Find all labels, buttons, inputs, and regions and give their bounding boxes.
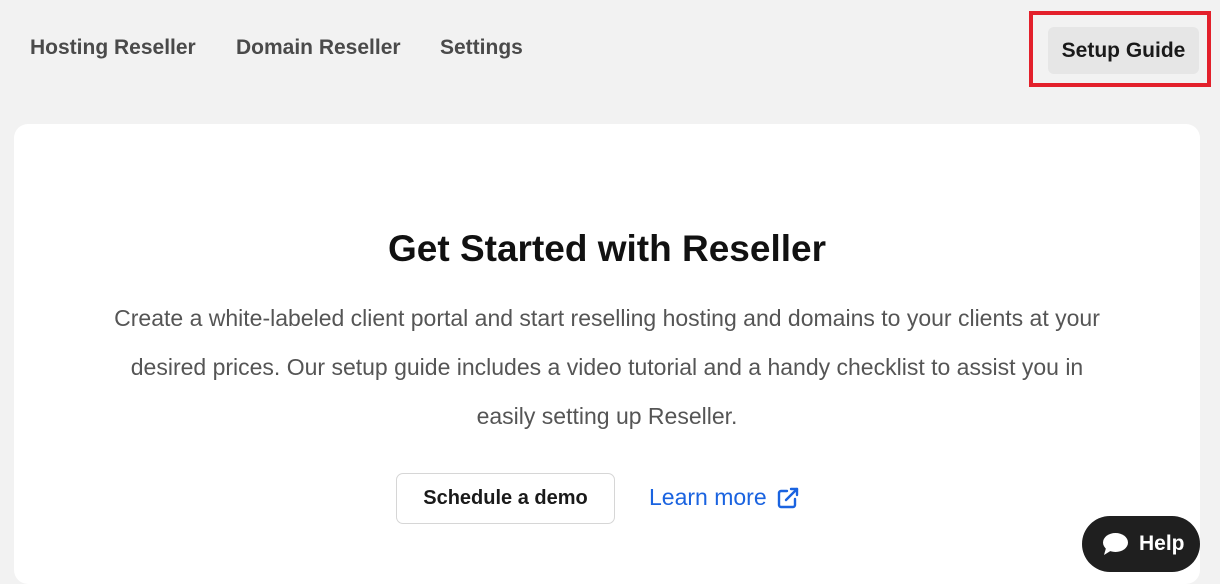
help-label: Help xyxy=(1139,532,1185,555)
learn-more-label: Learn more xyxy=(649,484,767,510)
card-title: Get Started with Reseller xyxy=(388,228,826,269)
learn-more-link[interactable]: Learn more xyxy=(649,484,800,511)
top-navigation: Hosting Reseller Domain Reseller Setting… xyxy=(0,0,1220,100)
card-description: Create a white-labeled client portal and… xyxy=(114,305,1100,429)
get-started-card: Get Started with Reseller Create a white… xyxy=(14,124,1200,584)
schedule-demo-button[interactable]: Schedule a demo xyxy=(396,473,615,524)
nav-settings[interactable]: Settings xyxy=(440,36,523,60)
external-link-icon xyxy=(776,486,800,510)
help-button[interactable]: Help xyxy=(1082,516,1200,572)
nav-domain-reseller[interactable]: Domain Reseller xyxy=(236,36,401,60)
nav-hosting-reseller[interactable]: Hosting Reseller xyxy=(30,36,196,60)
chat-bubble-icon xyxy=(1102,532,1129,556)
setup-guide-button[interactable]: Setup Guide xyxy=(1048,27,1199,74)
